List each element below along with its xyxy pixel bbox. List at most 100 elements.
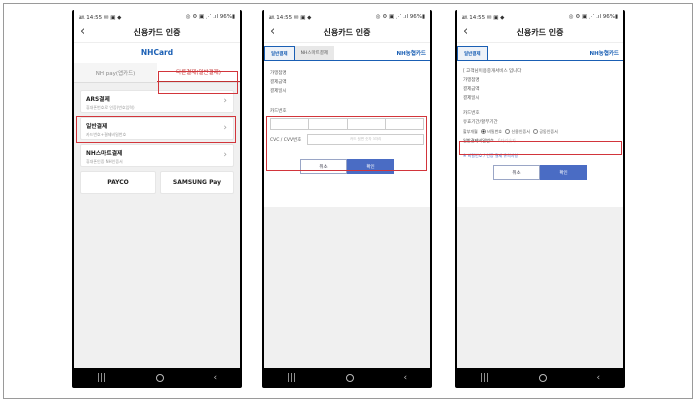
item-subtitle: 휴대폰인증 NH인증서 bbox=[86, 159, 123, 164]
item-title: ARS결제 bbox=[86, 97, 110, 103]
notice-text: [ 고객님이용중개서비스 입니다 bbox=[463, 69, 522, 74]
tab-general-payment[interactable]: 일반결제 bbox=[457, 46, 488, 60]
tab-general-payment[interactable]: 일반결제 bbox=[264, 46, 295, 60]
amount-label: 결제금액 bbox=[270, 80, 287, 85]
android-nav-bar: ||| ‹ bbox=[455, 368, 625, 388]
radio-label-credit-cert: 신용인증서 bbox=[511, 128, 530, 134]
android-nav-bar: ||| ‹ bbox=[72, 368, 242, 388]
cvc-row: CVC / CVV번호 카드 뒷면 숫자 3자리 bbox=[270, 134, 424, 145]
status-right: ◎ ⚙ ▣ ⋰ .ıl 96%▮ bbox=[185, 13, 235, 20]
card-input-section: 카드번호 CVC / CVV번호 카드 뒷면 숫자 3자리 bbox=[264, 100, 430, 145]
back-icon[interactable]: ‹ bbox=[403, 373, 407, 383]
back-icon[interactable]: ‹ bbox=[596, 373, 600, 383]
installment-label: 할부개월 bbox=[463, 128, 478, 134]
card-number-field-3[interactable] bbox=[347, 118, 386, 130]
notice-link[interactable]: ※ 비밀번호 / 인증 결제 유의사항 bbox=[463, 153, 617, 159]
expiry-label: 유효기간/할부기간 bbox=[463, 120, 498, 125]
status-left: ㏂ 14:55 ✉ ▣ ◆ bbox=[269, 14, 312, 21]
title-bar: ‹ 신용카드 인증 bbox=[264, 23, 430, 43]
payco-button[interactable]: PAYCO bbox=[80, 171, 156, 194]
radio-label-password: 비밀번호 bbox=[487, 128, 502, 134]
cvc-label: CVC / CVV번호 bbox=[270, 137, 302, 143]
item-subtitle: 휴대폰번호로 인증(번호입력) bbox=[86, 105, 135, 110]
list-item-ars[interactable]: ARS결제 휴대폰번호로 인증(번호입력) › bbox=[80, 90, 234, 113]
action-buttons: 취소 확인 bbox=[264, 159, 430, 174]
pin-row: 일반결제비밀번호 6자리숫자 bbox=[463, 136, 617, 146]
recent-apps-icon[interactable]: ||| bbox=[287, 373, 296, 383]
status-bar: ㏂ 14:55 ✉ ▣ ◆ ◎ ⚙ ▣ ⋰ .ıl 96%▮ bbox=[457, 10, 623, 23]
android-nav-bar: ||| ‹ bbox=[262, 368, 432, 388]
home-icon[interactable] bbox=[345, 374, 354, 382]
phone-3-screen: ㏂ 14:55 ✉ ▣ ◆ ◎ ⚙ ▣ ⋰ .ıl 96%▮ ‹ 신용카드 인증… bbox=[457, 10, 623, 368]
empty-area bbox=[457, 207, 623, 368]
pin-input[interactable]: 6자리숫자 bbox=[498, 138, 516, 144]
payment-info: [ 고객님이용중개서비스 입니다 가맹점명 결제금액 결제일시 bbox=[457, 61, 623, 107]
phone-1: ㏂ 14:55 ✉ ▣ ◆ ◎ ⚙ ▣ ⋰ .ıl 96%▮ ‹ 신용카드 인증… bbox=[72, 10, 242, 388]
card-number-label: 카드번호 bbox=[463, 111, 480, 116]
radio-joint-cert[interactable] bbox=[532, 129, 538, 134]
datetime-label: 결제일시 bbox=[270, 89, 287, 94]
payment-tabs: 일반결제 NH농협카드 bbox=[457, 46, 623, 61]
empty-area bbox=[264, 207, 430, 368]
status-bar: ㏂ 14:55 ✉ ▣ ◆ ◎ ⚙ ▣ ⋰ .ıl 96%▮ bbox=[74, 10, 240, 23]
radio-credit-cert[interactable] bbox=[504, 129, 510, 134]
status-right: ◎ ⚙ ▣ ⋰ .ıl 96%▮ bbox=[375, 13, 425, 20]
status-left: ㏂ 14:55 ✉ ▣ ◆ bbox=[79, 14, 122, 21]
pin-label: 일반결제비밀번호 bbox=[463, 138, 494, 143]
merchant-label: 가맹점명 bbox=[463, 78, 480, 83]
datetime-label: 결제일시 bbox=[463, 96, 480, 101]
chevron-right-icon: › bbox=[223, 96, 227, 106]
tab-nh-smart[interactable]: NH스마트결제 bbox=[294, 46, 335, 60]
tab-nh-pay[interactable]: NH pay(앱카드) bbox=[74, 63, 157, 82]
cvc-input[interactable]: 카드 뒷면 숫자 3자리 bbox=[307, 134, 424, 145]
back-arrow-icon[interactable]: ‹ bbox=[80, 25, 85, 39]
title-bar: ‹ 신용카드 인증 bbox=[74, 23, 240, 43]
card-number-field-4[interactable] bbox=[385, 118, 424, 130]
phone-2-screen: ㏂ 14:55 ✉ ▣ ◆ ◎ ⚙ ▣ ⋰ .ıl 96%▮ ‹ 신용카드 인증… bbox=[264, 10, 430, 368]
card-number-label: 카드번호 bbox=[270, 109, 287, 114]
list-item-nh-smart[interactable]: NH스마트결제 휴대폰인증 NH인증서 › bbox=[80, 144, 234, 167]
payment-tabs: 일반결제 NH스마트결제 NH농협카드 bbox=[264, 46, 430, 61]
chevron-right-icon: › bbox=[223, 150, 227, 160]
card-number-field-2[interactable] bbox=[309, 118, 348, 130]
auth-method-row: 할부개월 비밀번호 신용인증서 공동인증서 bbox=[463, 127, 617, 136]
title-bar: ‹ 신용카드 인증 bbox=[457, 23, 623, 43]
item-subtitle: 카드번호+결제비밀번호 bbox=[86, 132, 127, 137]
action-buttons: 취소 확인 bbox=[457, 165, 623, 180]
confirm-button[interactable]: 확인 bbox=[347, 159, 394, 174]
tab-other-payment[interactable]: 다른결제(일반결제) bbox=[157, 63, 240, 82]
card-info-section: 카드번호 유효기간/할부기간 할부개월 비밀번호 신용인증서 공동인증서 일반결… bbox=[457, 107, 623, 150]
radio-password[interactable] bbox=[480, 129, 486, 134]
amount-label: 결제금액 bbox=[463, 87, 480, 92]
recent-apps-icon[interactable]: ||| bbox=[97, 373, 106, 383]
confirm-button[interactable]: 확인 bbox=[540, 165, 587, 180]
page-title: 신용카드 인증 bbox=[133, 28, 181, 37]
item-title: 일반결제 bbox=[86, 124, 108, 130]
back-icon[interactable]: ‹ bbox=[213, 373, 217, 383]
nh-card-logo: NH농협카드 bbox=[589, 51, 619, 57]
back-arrow-icon[interactable]: ‹ bbox=[270, 25, 275, 39]
merchant-label: 가맹점명 bbox=[270, 71, 287, 76]
cancel-button[interactable]: 취소 bbox=[300, 159, 347, 174]
payment-info: 가맹점명 결제금액 결제일시 bbox=[264, 61, 430, 100]
home-icon[interactable] bbox=[155, 374, 164, 382]
status-left: ㏂ 14:55 ✉ ▣ ◆ bbox=[462, 14, 505, 21]
home-icon[interactable] bbox=[538, 374, 547, 382]
back-arrow-icon[interactable]: ‹ bbox=[463, 25, 468, 39]
list-item-general[interactable]: 일반결제 카드번호+결제비밀번호 › bbox=[80, 117, 234, 140]
card-number-field-1[interactable] bbox=[270, 118, 310, 130]
page-title: 신용카드 인증 bbox=[323, 28, 371, 37]
nh-card-logo: NH농협카드 bbox=[396, 51, 426, 57]
status-bar: ㏂ 14:55 ✉ ▣ ◆ ◎ ⚙ ▣ ⋰ .ıl 96%▮ bbox=[264, 10, 430, 23]
phone-1-screen: ㏂ 14:55 ✉ ▣ ◆ ◎ ⚙ ▣ ⋰ .ıl 96%▮ ‹ 신용카드 인증… bbox=[74, 10, 240, 368]
payment-list-area: ARS결제 휴대폰번호로 인증(번호입력) › 일반결제 카드번호+결제비밀번호… bbox=[74, 83, 240, 368]
phone-2: ㏂ 14:55 ✉ ▣ ◆ ◎ ⚙ ▣ ⋰ .ıl 96%▮ ‹ 신용카드 인증… bbox=[262, 10, 432, 388]
nhcard-logo: NHCard bbox=[140, 48, 174, 57]
item-title: NH스마트결제 bbox=[86, 151, 123, 157]
card-number-fields bbox=[270, 118, 424, 130]
payment-type-tabs: NH pay(앱카드) 다른결제(일반결제) bbox=[74, 63, 240, 83]
recent-apps-icon[interactable]: ||| bbox=[480, 373, 489, 383]
cancel-button[interactable]: 취소 bbox=[493, 165, 540, 180]
phone-3: ㏂ 14:55 ✉ ▣ ◆ ◎ ⚙ ▣ ⋰ .ıl 96%▮ ‹ 신용카드 인증… bbox=[455, 10, 625, 388]
samsung-pay-button[interactable]: SAMSUNG Pay bbox=[160, 171, 234, 194]
